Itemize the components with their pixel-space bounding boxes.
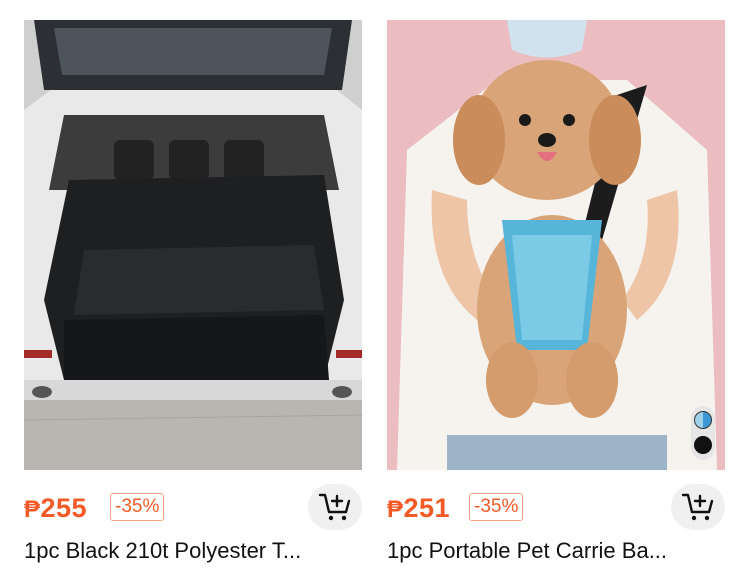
product-price: ₱251 [387,493,450,524]
product-card[interactable]: ₱255 -35% 1pc Black 210t Polyester T... [24,0,362,573]
price-value: 255 [40,493,88,523]
product-price: ₱255 [24,493,87,524]
price-row: ₱251 -35% [387,484,725,530]
discount-badge: -35% [110,493,165,521]
product-title[interactable]: 1pc Portable Pet Carrie Ba... [387,538,725,564]
color-swatches[interactable] [691,406,715,460]
add-to-cart-button[interactable] [671,484,725,530]
car-trunk-cover-photo [24,20,362,470]
add-to-cart-button[interactable] [308,484,362,530]
currency-symbol: ₱ [24,496,41,523]
product-image[interactable] [387,20,725,470]
currency-symbol: ₱ [387,496,404,523]
product-card[interactable]: ₱251 -35% 1pc Portable Pet Carrie Ba... [387,0,725,573]
swatch-light-blue[interactable] [694,411,712,429]
add-to-cart-icon [681,493,714,521]
price-row: ₱255 -35% [24,484,362,530]
discount-badge: -35% [469,493,524,521]
price-value: 251 [403,493,451,523]
add-to-cart-icon [318,493,351,521]
product-image[interactable] [24,20,362,470]
swatch-black[interactable] [694,436,712,454]
product-title[interactable]: 1pc Black 210t Polyester T... [24,538,362,564]
dog-carrier-photo [387,20,725,470]
